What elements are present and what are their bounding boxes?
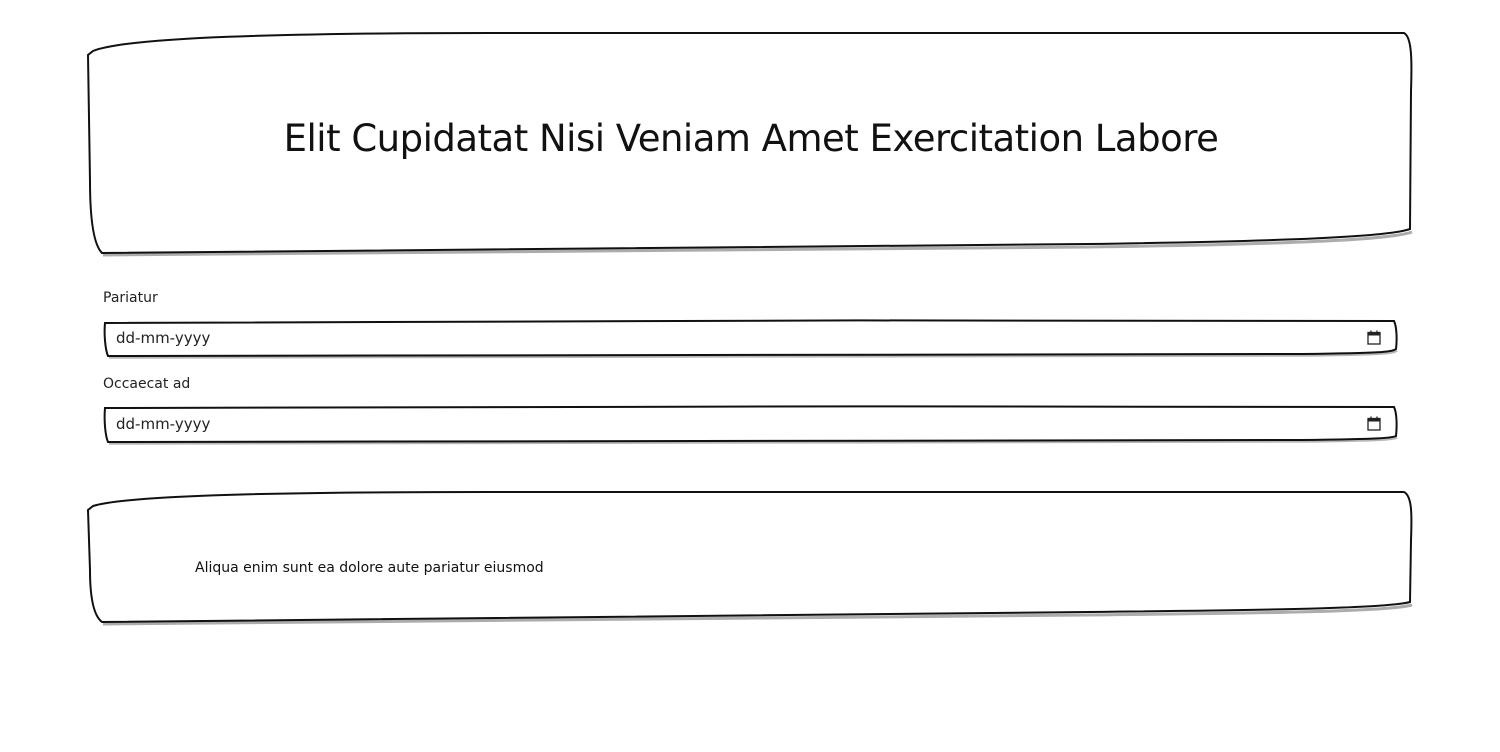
info-box: Aliqua enim sunt ea dolore aute pariatur…: [86, 490, 1414, 626]
calendar-icon[interactable]: [1367, 416, 1381, 431]
header-banner: Elit Cupidatat Nisi Veniam Amet Exercita…: [86, 31, 1414, 257]
pariatur-label: Pariatur: [103, 290, 158, 306]
occaecat-ad-date-input[interactable]: [106, 408, 1392, 439]
page: Elit Cupidatat Nisi Veniam Amet Exercita…: [0, 0, 1500, 752]
page-title: Elit Cupidatat Nisi Veniam Amet Exercita…: [283, 117, 1219, 160]
pariatur-date-field[interactable]: [102, 319, 1398, 359]
occaecat-ad-date-field[interactable]: [102, 405, 1398, 445]
pariatur-date-input[interactable]: [106, 322, 1392, 353]
occaecat-ad-label: Occaecat ad: [103, 376, 191, 392]
calendar-icon[interactable]: [1367, 330, 1381, 345]
info-box-frame: [86, 491, 1413, 626]
info-text: Aliqua enim sunt ea dolore aute pariatur…: [195, 560, 544, 576]
